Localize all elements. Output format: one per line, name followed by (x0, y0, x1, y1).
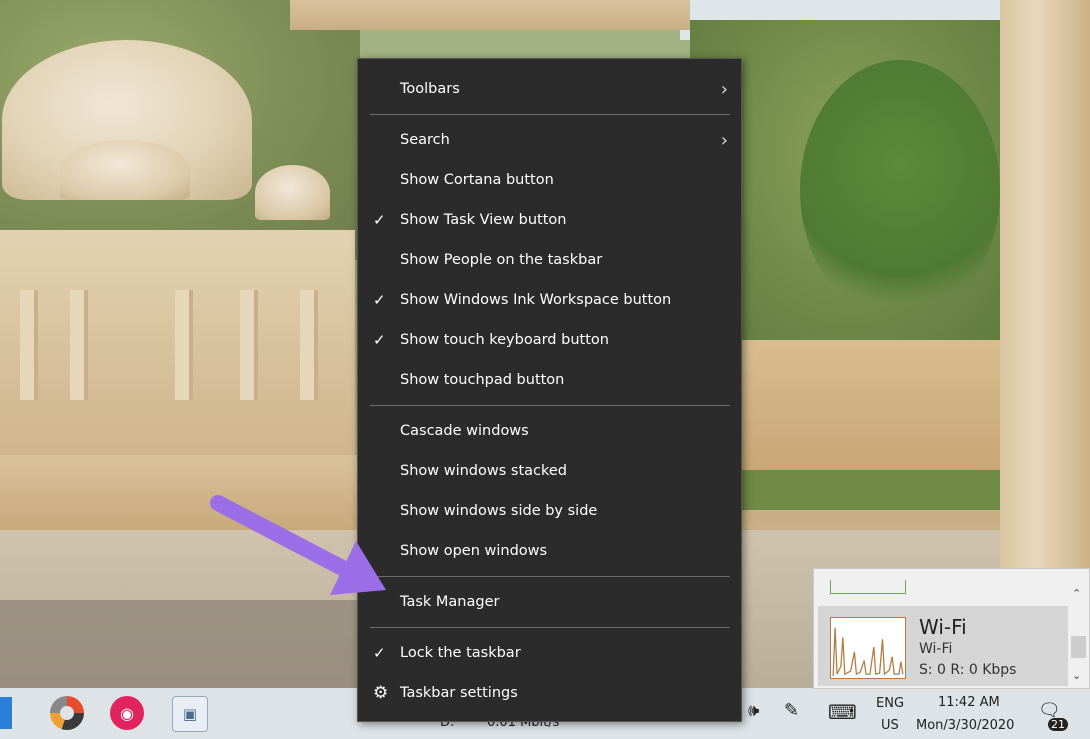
speaker-icon[interactable]: 🕪 (748, 700, 759, 721)
menu-item-cascade-windows[interactable]: Cascade windows (359, 413, 740, 449)
start-button[interactable] (0, 697, 12, 729)
wallpaper-arch-top (290, 0, 690, 30)
wallpaper-column (240, 290, 258, 400)
network-subtitle: Wi-Fi (919, 641, 953, 657)
menu-item-toolbars[interactable]: Toolbars › (359, 71, 740, 107)
menu-item-windows-stacked[interactable]: Show windows stacked (359, 453, 740, 489)
menu-item-search[interactable]: Search › (359, 122, 740, 158)
touch-keyboard-icon[interactable]: ⌨ (828, 700, 857, 724)
wallpaper-dome-small (60, 140, 190, 200)
wallpaper-column (70, 290, 88, 400)
wallpaper-dome-right (255, 165, 330, 220)
language-top[interactable]: ENG (876, 696, 904, 711)
scrollbar-thumb[interactable] (1071, 636, 1086, 658)
checkmark-icon: ✓ (373, 291, 386, 309)
menu-separator (370, 114, 730, 115)
menu-item-label: Show windows side by side (400, 503, 598, 519)
menu-item-windows-side-by-side[interactable]: Show windows side by side (359, 493, 740, 529)
gear-icon: ⚙ (373, 683, 389, 703)
wallpaper-lawn (742, 470, 1002, 510)
wallpaper-right-wall (742, 340, 1002, 490)
menu-item-label: Show windows stacked (400, 463, 568, 479)
checkmark-icon: ✓ (373, 211, 386, 229)
notification-badge: 21 (1048, 718, 1068, 731)
scroll-up-icon[interactable]: ⌃ (1072, 587, 1081, 600)
menu-item-label: Show Windows Ink Workspace button (400, 292, 672, 308)
menu-item-show-task-view[interactable]: ✓ Show Task View button (359, 202, 740, 238)
menu-item-show-open-windows[interactable]: Show open windows (359, 533, 740, 569)
menu-item-label: Show open windows (400, 543, 548, 559)
menu-item-show-cortana[interactable]: Show Cortana button (359, 162, 740, 198)
chevron-right-icon: › (720, 129, 728, 151)
menu-item-lock-taskbar[interactable]: ✓ Lock the taskbar (359, 635, 740, 671)
checkmark-icon: ✓ (373, 644, 386, 662)
menu-item-taskbar-settings[interactable]: ⚙ Taskbar settings (359, 675, 740, 711)
menu-item-label: Show touch keyboard button (400, 332, 609, 348)
menu-item-show-people[interactable]: Show People on the taskbar (359, 242, 740, 278)
wallpaper-arch-right (1000, 0, 1090, 570)
checkmark-icon: ✓ (373, 331, 386, 349)
menu-item-label: Cascade windows (400, 423, 529, 439)
menu-item-label: Taskbar settings (400, 685, 518, 701)
scroll-down-icon[interactable]: ⌄ (1072, 669, 1081, 682)
taskbar-app-monitor-icon[interactable]: ▣ (172, 696, 208, 732)
clock-time[interactable]: 11:42 AM (938, 695, 1000, 710)
menu-item-show-touch-keyboard[interactable]: ✓ Show touch keyboard button (359, 322, 740, 358)
wallpaper-column (175, 290, 193, 400)
network-rate: S: 0 R: 0 Kbps (919, 662, 1017, 678)
menu-item-task-manager[interactable]: Task Manager (359, 584, 740, 620)
wallpaper-front-wall (0, 455, 360, 535)
wallpaper-column (300, 290, 318, 400)
clock-date[interactable]: Mon/3/30/2020 (916, 718, 1014, 733)
taskbar-context-menu[interactable]: Toolbars › Search › Show Cortana button … (357, 58, 742, 722)
network-activity-graph (830, 617, 906, 679)
menu-item-label: Show Task View button (400, 212, 567, 228)
network-previous-graph (830, 580, 906, 594)
menu-item-label: Show Cortana button (400, 172, 554, 188)
menu-item-show-touchpad[interactable]: Show touchpad button (359, 362, 740, 398)
menu-item-label: Show touchpad button (400, 372, 565, 388)
wallpaper-tree (800, 60, 1000, 320)
menu-item-show-ink-workspace[interactable]: ✓ Show Windows Ink Workspace button (359, 282, 740, 318)
menu-item-label: Toolbars (400, 81, 460, 97)
menu-item-label: Lock the taskbar (400, 645, 521, 661)
language-bottom[interactable]: US (881, 718, 899, 733)
menu-separator (370, 576, 730, 577)
menu-item-label: Show People on the taskbar (400, 252, 603, 268)
chevron-right-icon: › (720, 78, 728, 100)
network-title: Wi-Fi (919, 615, 967, 639)
menu-item-label: Task Manager (400, 594, 500, 610)
wallpaper-shadow (0, 600, 360, 688)
wallpaper-column (20, 290, 38, 400)
menu-separator (370, 627, 730, 628)
menu-item-label: Search (400, 132, 450, 148)
taskbar-app-lips-icon[interactable]: ◉ (110, 696, 144, 730)
taskbar-app-photo-editor-icon[interactable] (50, 696, 84, 730)
menu-separator (370, 405, 730, 406)
pen-ink-icon[interactable]: ✎ (784, 700, 799, 721)
